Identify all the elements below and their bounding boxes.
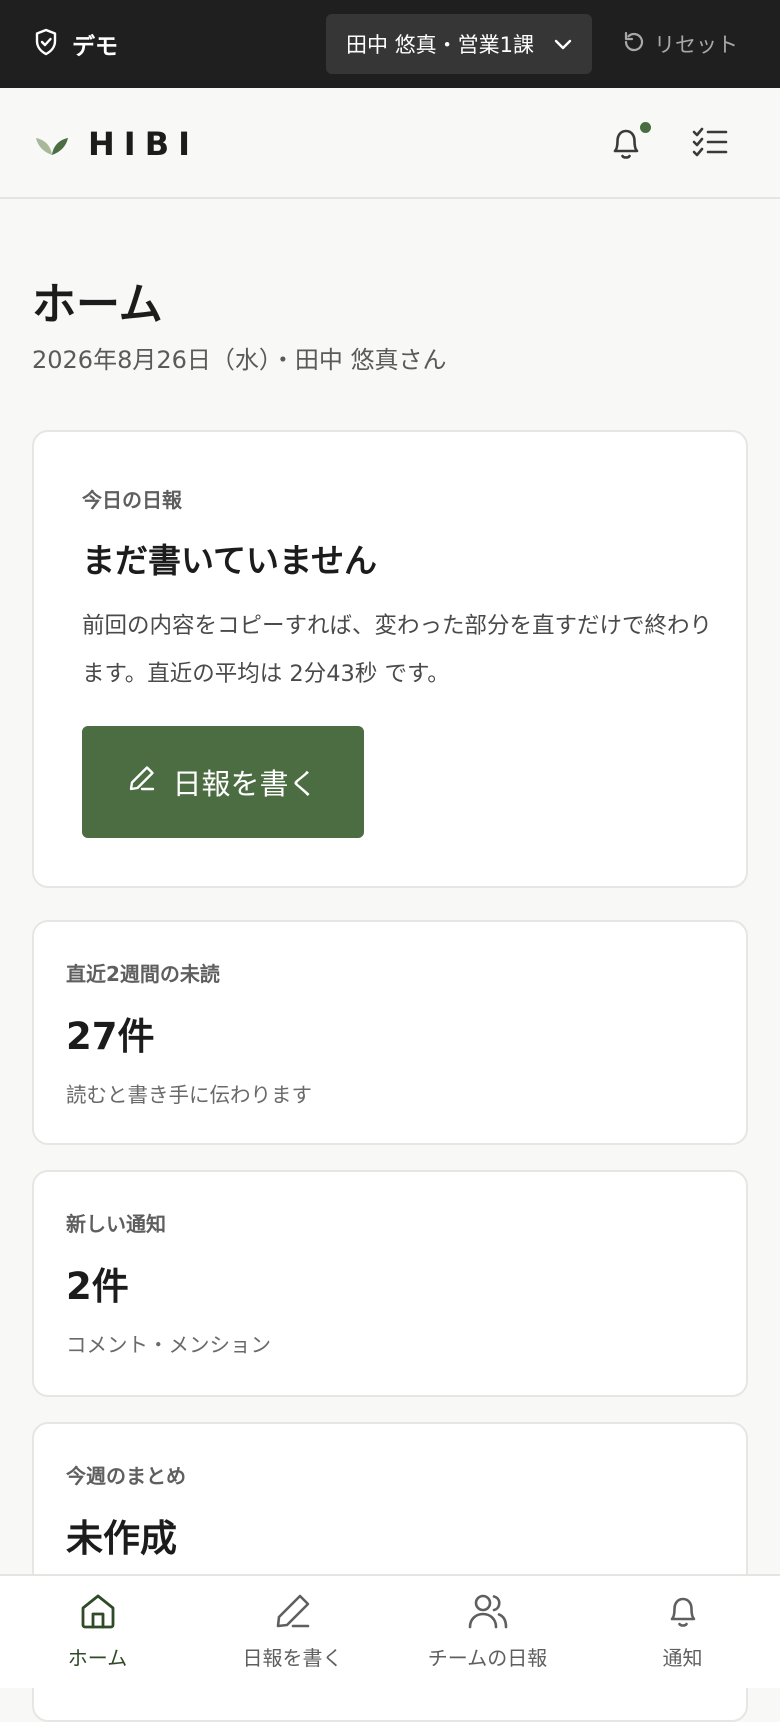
checklist-button[interactable] xyxy=(692,126,728,162)
user-select[interactable]: 田中 悠真・営業1課 xyxy=(326,14,592,74)
demo-badge-label: デモ xyxy=(72,34,118,60)
logo-text: HIBI xyxy=(88,125,199,163)
chevron-down-icon xyxy=(554,32,572,56)
demo-bar: デモ 田中 悠真・営業1課 リセット xyxy=(0,0,780,88)
bottom-nav: ホーム 日報を書く チームの日報 通知 xyxy=(0,1574,780,1688)
bell-icon xyxy=(665,1592,701,1634)
pencil-icon xyxy=(274,1592,312,1634)
demo-badge: デモ xyxy=(34,28,118,60)
unread-dot xyxy=(640,122,651,133)
nav-label-write: 日報を書く xyxy=(242,1646,343,1670)
notifications-note: コメント・メンション xyxy=(66,1333,271,1357)
users-icon xyxy=(468,1592,508,1634)
notifications-button[interactable] xyxy=(608,122,651,166)
reset-label: リセット xyxy=(654,33,738,57)
unread-label: 直近2週間の未読 xyxy=(66,962,220,986)
home-icon xyxy=(79,1592,117,1634)
page-title: ホーム xyxy=(32,279,163,330)
app-header: HIBI xyxy=(0,88,780,199)
nav-label-team: チームの日報 xyxy=(427,1646,548,1670)
today-report-description: 前回の内容をコピーすれば、変わった部分を直すだけで終わります。直近の平均は 2分… xyxy=(82,613,713,687)
write-report-label: 日報を書く xyxy=(172,769,318,801)
weekly-summary-status: 未作成 xyxy=(66,1517,177,1560)
notifications-label: 新しい通知 xyxy=(66,1212,166,1236)
unread-note: 読むと書き手に伝わります xyxy=(66,1083,312,1107)
nav-label-home: ホーム xyxy=(67,1646,128,1670)
today-report-label: 今日の日報 xyxy=(82,488,182,512)
nav-label-notifications: 通知 xyxy=(662,1646,703,1670)
checklist-icon xyxy=(692,127,728,162)
nav-item-write[interactable]: 日報を書く xyxy=(195,1576,390,1690)
pencil-icon xyxy=(128,764,156,800)
today-report-status: まだ書いていません xyxy=(82,541,378,580)
write-report-button[interactable]: 日報を書く xyxy=(82,726,364,838)
page-subtitle: 2026年8月26日（水）・田中 悠真さん xyxy=(32,346,447,374)
logo[interactable]: HIBI xyxy=(34,125,199,163)
sprout-logo-icon xyxy=(34,127,70,161)
weekly-summary-label: 今週のまとめ xyxy=(66,1464,186,1488)
unread-card[interactable]: 直近2週間の未読 27件 読むと書き手に伝わります xyxy=(32,920,748,1145)
bell-icon xyxy=(608,129,644,166)
user-select-label: 田中 悠真・営業1課 xyxy=(346,33,535,57)
notifications-count: 2件 xyxy=(66,1265,129,1308)
reset-button[interactable]: リセット xyxy=(622,22,738,66)
unread-count: 27件 xyxy=(66,1015,155,1058)
today-report-card: 今日の日報 まだ書いていません 前回の内容をコピーすれば、変わった部分を直すだけ… xyxy=(32,430,748,888)
notifications-card[interactable]: 新しい通知 2件 コメント・メンション xyxy=(32,1170,748,1397)
nav-item-team[interactable]: チームの日報 xyxy=(390,1576,585,1690)
shield-check-icon xyxy=(34,28,58,60)
nav-item-notifications[interactable]: 通知 xyxy=(585,1576,780,1690)
rotate-ccw-icon xyxy=(622,30,646,59)
nav-item-home[interactable]: ホーム xyxy=(0,1576,195,1690)
